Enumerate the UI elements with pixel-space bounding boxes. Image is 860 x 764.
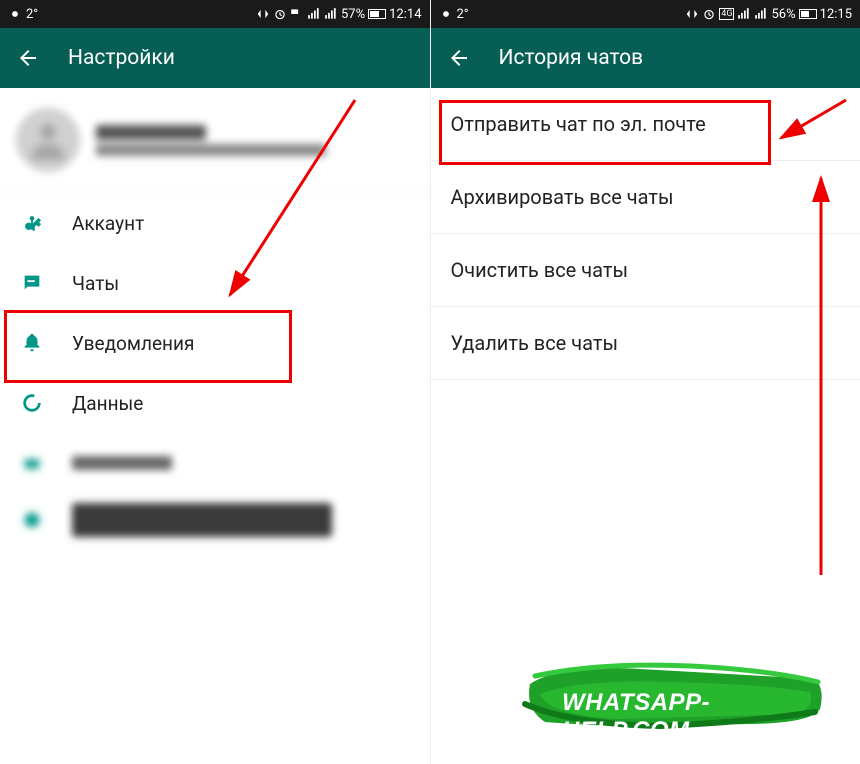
list-item-clear[interactable]: Очистить все чаты: [431, 234, 860, 307]
key-icon: [20, 211, 44, 235]
blurred-icon-2: [20, 508, 44, 532]
menu-item-account[interactable]: Аккаунт: [0, 193, 430, 253]
weather-icon: [439, 7, 453, 21]
transfer-icon: [256, 7, 270, 21]
header-right: История чатов: [431, 28, 860, 88]
menu-item-blurred-1[interactable]: [0, 433, 430, 493]
temperature: 2°: [457, 7, 469, 22]
network-icon: [290, 7, 304, 21]
temperature: 2°: [26, 7, 38, 22]
battery-icon: [799, 9, 817, 19]
profile-section[interactable]: [0, 88, 430, 193]
settings-screen: 2° 57% 12:14 Настройки: [0, 0, 431, 764]
alarm-icon: [702, 7, 716, 21]
profile-status-blurred: [96, 144, 326, 156]
menu-label-account: Аккаунт: [72, 212, 144, 235]
status-time: 12:14: [389, 7, 421, 22]
blurred-label-1: [72, 456, 172, 470]
status-bar-left: 2° 57% 12:14: [0, 0, 430, 28]
menu-item-notifications[interactable]: Уведомления: [0, 313, 430, 373]
data-icon: [20, 391, 44, 415]
page-title: История чатов: [499, 46, 644, 70]
blurred-pill: [72, 503, 332, 537]
signal-icon: [737, 7, 751, 21]
back-icon[interactable]: [16, 46, 40, 70]
transfer-icon: [685, 7, 699, 21]
menu-item-blurred-2[interactable]: [0, 493, 430, 555]
signal-icon: [307, 7, 321, 21]
page-title: Настройки: [68, 46, 175, 70]
list-item-delete[interactable]: Удалить все чаты: [431, 307, 860, 380]
list-label-email: Отправить чат по эл. почте: [451, 112, 706, 136]
battery-percent: 57%: [341, 7, 365, 22]
battery-percent: 56%: [771, 7, 795, 22]
bell-icon: [20, 331, 44, 355]
chat-icon: [20, 271, 44, 295]
chat-history-screen: 2° 4G 56% 12:15 История чатов Отправить …: [431, 0, 860, 764]
blurred-icon-1: [20, 451, 44, 475]
watermark: WHATSAPP-HELP.COM: [520, 654, 830, 744]
list-item-archive[interactable]: Архивировать все чаты: [431, 161, 860, 234]
alarm-icon: [273, 7, 287, 21]
avatar: [16, 108, 80, 172]
menu-label-chats: Чаты: [72, 272, 119, 295]
back-icon[interactable]: [447, 46, 471, 70]
menu-label-notifications: Уведомления: [72, 332, 194, 355]
profile-name-blurred: [96, 125, 206, 140]
list-label-archive: Архивировать все чаты: [451, 185, 674, 209]
menu-label-data: Данные: [72, 392, 143, 415]
menu-item-chats[interactable]: Чаты: [0, 253, 430, 313]
status-bar-right: 2° 4G 56% 12:15: [431, 0, 860, 28]
status-time: 12:15: [820, 7, 852, 22]
header-left: Настройки: [0, 28, 430, 88]
signal2-icon: [324, 7, 338, 21]
menu-item-data[interactable]: Данные: [0, 373, 430, 433]
list-label-delete: Удалить все чаты: [451, 331, 618, 355]
watermark-text: WHATSAPP-HELP.COM: [562, 689, 830, 745]
weather-icon: [8, 7, 22, 21]
signal2-icon: [754, 7, 768, 21]
list-label-clear: Очистить все чаты: [451, 258, 628, 282]
list-item-email[interactable]: Отправить чат по эл. почте: [431, 88, 860, 161]
network-4g: 4G: [719, 8, 734, 20]
battery-icon: [368, 9, 386, 19]
